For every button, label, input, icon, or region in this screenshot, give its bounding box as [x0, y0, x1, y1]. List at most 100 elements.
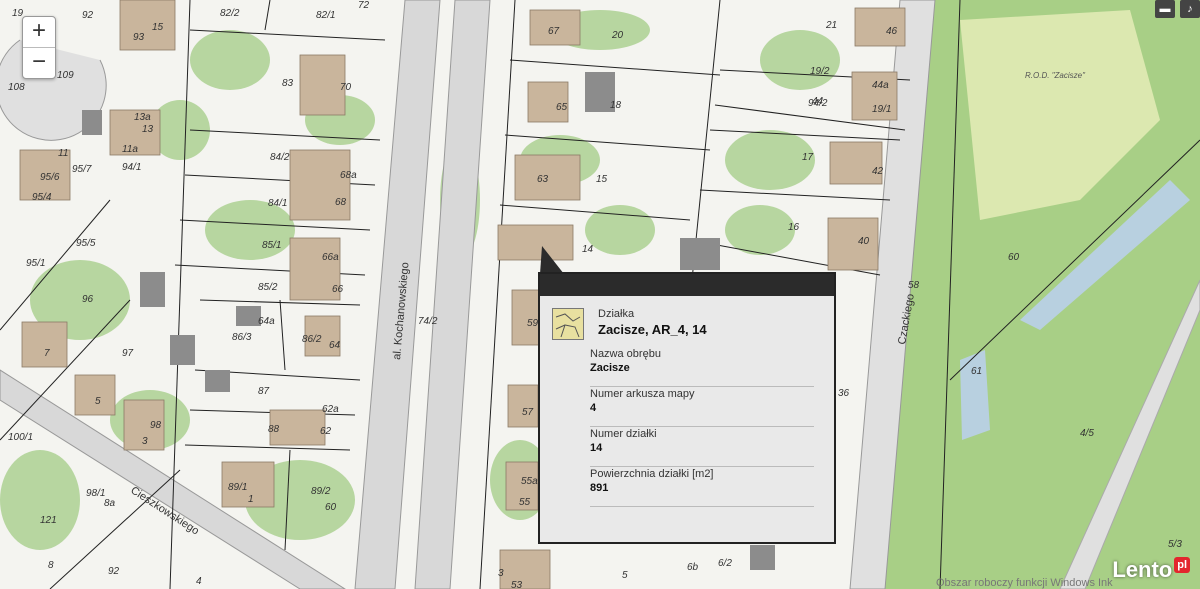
lento-logo: Lento pl	[1112, 557, 1190, 583]
popup-type-label: Działka	[598, 308, 635, 320]
parcel-label: 4/5	[1080, 428, 1094, 439]
parcel-label: 6b	[687, 562, 699, 573]
parcel-label: 108	[8, 82, 25, 93]
parcel-label: 89/1	[228, 482, 247, 493]
pond-2	[960, 350, 990, 440]
parcel-label: 55	[519, 497, 531, 508]
parcel-label: 82/1	[316, 10, 335, 21]
parcel-label: 3	[142, 436, 148, 447]
parcel-label: 59	[527, 318, 539, 329]
parcel-label: 109	[57, 70, 74, 81]
parcel-label: 44a	[872, 80, 889, 91]
windows-ink-watermark: Obszar roboczy funkcji Windows Ink	[936, 577, 1113, 589]
parcel-label: 98/1	[86, 488, 105, 499]
parcel-label: 53	[511, 580, 523, 589]
parcel-label: 88	[268, 424, 280, 435]
field-value: 14	[590, 442, 603, 454]
parcel-label: 13	[142, 124, 154, 135]
parcel-label: 74/2	[418, 316, 438, 327]
parcel-label: 82/2	[220, 8, 240, 19]
parcel-label: 42	[872, 166, 884, 177]
parcel-icon	[552, 308, 584, 340]
parcel-label: 40	[858, 236, 870, 247]
parcel-label: 97	[122, 348, 134, 359]
field-label: Numer arkusza mapy	[590, 388, 695, 400]
area-label: R.O.D. "Zacisze"	[1025, 71, 1086, 80]
field-label: Numer działki	[590, 428, 657, 440]
parcel-label: 57	[522, 407, 534, 418]
field-powierzchnia: Powierzchnia działki [m2] 891	[590, 468, 814, 507]
parcel-label: 11a	[122, 144, 138, 155]
parcel-label: 86/2	[302, 334, 322, 345]
brand-text: Lento	[1112, 557, 1173, 582]
parcel-label: 62a	[322, 404, 339, 415]
popup-header	[540, 274, 834, 296]
parcel-label: 92	[82, 10, 94, 21]
print-icon[interactable]: ♪	[1180, 0, 1200, 18]
parcel-label: 68a	[340, 170, 357, 181]
parcel-label: 4	[196, 576, 202, 587]
parcel-label: 11	[58, 148, 68, 159]
parcel-label: 60	[325, 502, 337, 513]
parcel-label: 65	[556, 102, 568, 113]
parcel-label: 15	[152, 22, 164, 33]
parcel-label: 86/3	[232, 332, 252, 343]
popup-pointer	[540, 246, 564, 274]
parcel-label: 5	[622, 570, 628, 581]
parcel-label: 64	[329, 340, 341, 351]
parcel-label: 7	[44, 348, 50, 359]
zoom-out-button[interactable]: −	[23, 47, 55, 78]
parcel-label: 1	[248, 494, 254, 505]
parcel-label: 89/2	[311, 486, 331, 497]
parcel-label: 6/2	[718, 558, 732, 569]
popup-title: Zacisze, AR_4, 14	[598, 322, 707, 337]
field-value: 4	[590, 402, 597, 414]
field-value: 891	[590, 482, 609, 494]
parcel-label: 96	[82, 294, 94, 305]
field-arkusz: Numer arkusza mapy 4	[590, 388, 814, 427]
feature-popup: Działka Zacisze, AR_4, 14 Nazwa obrębu Z…	[538, 272, 836, 544]
parcel-label: 19/2	[810, 66, 830, 77]
parcel-label: 72	[358, 0, 370, 11]
parcel-label: 5/3	[1168, 539, 1182, 550]
parcel-label: 93	[133, 32, 145, 43]
parcel-label: 84/2	[270, 152, 290, 163]
zoom-control: + −	[22, 16, 56, 79]
parcel-label: 92	[108, 566, 120, 577]
parcel-label: 87	[258, 386, 270, 397]
parcel-label: 8a	[104, 498, 116, 509]
parcel-label: 55a	[521, 476, 538, 487]
field-label: Nazwa obrębu	[590, 348, 661, 360]
parcel-label: 95/7	[72, 164, 92, 175]
field-dzialka: Numer działki 14	[590, 428, 814, 467]
parcel-label: 61	[971, 366, 982, 377]
parcel-label: 94/2	[808, 98, 828, 109]
parcel-label: 15	[596, 174, 608, 185]
parcel-label: 64a	[258, 316, 275, 327]
parcel-label: 95/4	[32, 192, 52, 203]
zoom-in-button[interactable]: +	[23, 17, 55, 47]
parcel-label: 60	[1008, 252, 1020, 263]
parcel-label: 63	[537, 174, 549, 185]
parcel-label: 85/1	[262, 240, 281, 251]
brand-suffix: pl	[1174, 557, 1190, 573]
parcel-label: 121	[40, 515, 57, 526]
parcel-label: 70	[340, 82, 352, 93]
parcel-label: 13a	[134, 112, 151, 123]
parcel-label: 66	[332, 284, 344, 295]
parcel-label: 5	[95, 396, 101, 407]
parcel-label: 68	[335, 197, 347, 208]
parcel-label: 58	[908, 280, 920, 291]
parcel-label: 83	[282, 78, 294, 89]
parcel-label: 95/1	[26, 258, 45, 269]
parcel-label: 85/2	[258, 282, 278, 293]
comment-icon[interactable]: ▬	[1155, 0, 1175, 18]
field-label: Powierzchnia działki [m2]	[590, 468, 714, 480]
parcel-label: 98	[150, 420, 162, 431]
parcel-label: 16	[788, 222, 800, 233]
field-obreb: Nazwa obrębu Zacisze	[590, 348, 814, 387]
parcel-label: 84/1	[268, 198, 287, 209]
parcel-label: 18	[610, 100, 622, 111]
parcel-label: 100/1	[8, 432, 33, 443]
parcel-label: 36	[838, 388, 850, 399]
